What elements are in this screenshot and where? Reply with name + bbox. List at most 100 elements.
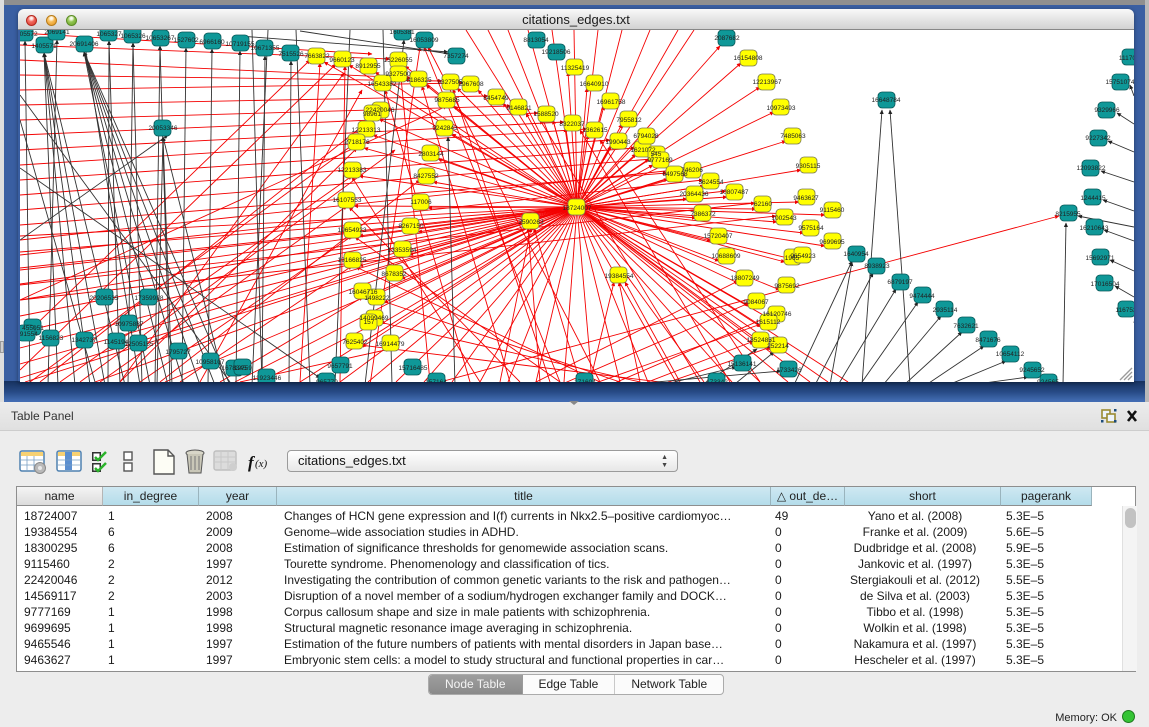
svg-text:6879197: 6879197 xyxy=(887,279,913,286)
svg-text:17359928: 17359928 xyxy=(135,295,164,302)
svg-text:9146821: 9146821 xyxy=(506,105,532,112)
svg-text:16154808: 16154808 xyxy=(734,55,763,62)
svg-text:15720407: 15720407 xyxy=(704,233,733,240)
svg-text:15716485: 15716485 xyxy=(399,365,428,372)
svg-text:8215955: 8215955 xyxy=(1055,211,1081,218)
svg-text:157: 157 xyxy=(364,319,375,326)
svg-text:1527602: 1527602 xyxy=(173,37,199,44)
svg-text:11923446: 11923446 xyxy=(253,375,282,382)
svg-text:10975887: 10975887 xyxy=(115,321,144,328)
svg-text:7955812: 7955812 xyxy=(616,117,642,124)
svg-text:1733426: 1733426 xyxy=(776,367,802,374)
svg-text:1002543: 1002543 xyxy=(771,215,797,222)
svg-text:2590263: 2590263 xyxy=(518,219,544,226)
svg-text:1156823: 1156823 xyxy=(39,335,64,342)
svg-text:16120746: 16120746 xyxy=(763,311,792,318)
svg-text:10654112: 10654112 xyxy=(996,351,1025,358)
svg-text:2718176: 2718176 xyxy=(344,139,370,146)
svg-text:2087682: 2087682 xyxy=(714,35,740,42)
svg-text:1065327: 1065327 xyxy=(96,31,122,38)
svg-text:15751074: 15751074 xyxy=(1106,79,1134,86)
svg-text:9305115: 9305115 xyxy=(796,163,821,170)
svg-text:1405572: 1405572 xyxy=(20,31,38,38)
svg-text:391554: 391554 xyxy=(20,331,38,338)
svg-text:8813054: 8813054 xyxy=(523,37,549,44)
svg-text:16648784: 16648784 xyxy=(872,97,901,104)
svg-text:1605381: 1605381 xyxy=(389,30,415,36)
svg-text:18724007: 18724007 xyxy=(563,205,592,212)
svg-text:9329966: 9329966 xyxy=(1094,107,1120,114)
svg-text:12505155: 12505155 xyxy=(125,341,154,348)
svg-text:2935114: 2935114 xyxy=(933,307,958,314)
svg-text:7357274: 7357274 xyxy=(443,53,469,60)
svg-text:10973493: 10973493 xyxy=(767,105,796,112)
svg-text:20053346: 20053346 xyxy=(149,125,178,132)
svg-text:62160: 62160 xyxy=(754,201,772,208)
svg-text:9245652: 9245652 xyxy=(1019,367,1045,374)
svg-text:1588520: 1588520 xyxy=(533,111,559,118)
svg-text:2069141: 2069141 xyxy=(44,30,70,36)
svg-text:9699695: 9699695 xyxy=(819,239,845,246)
svg-text:1342737: 1342737 xyxy=(71,337,97,344)
svg-text:116753: 116753 xyxy=(1115,307,1134,314)
svg-text:10653267: 10653267 xyxy=(146,35,175,42)
svg-text:7485063: 7485063 xyxy=(780,133,806,140)
svg-text:10688609: 10688609 xyxy=(712,253,741,260)
svg-text:252214: 252214 xyxy=(767,343,789,350)
svg-text:8471676: 8471676 xyxy=(975,337,1001,344)
svg-text:12093822: 12093822 xyxy=(1077,165,1106,172)
svg-text:12213967: 12213967 xyxy=(753,79,782,86)
svg-text:9660123: 9660123 xyxy=(329,57,355,64)
svg-text:2803144: 2803144 xyxy=(418,151,444,158)
svg-text:2967608: 2967608 xyxy=(458,81,484,88)
svg-text:98961: 98961 xyxy=(363,111,381,118)
svg-text:(x): (x) xyxy=(255,458,268,470)
svg-text:8454749: 8454749 xyxy=(483,95,509,102)
svg-text:3624554: 3624554 xyxy=(698,179,724,186)
svg-text:7663822: 7663822 xyxy=(304,53,330,60)
svg-text:20206535: 20206535 xyxy=(90,295,119,302)
svg-text:15226055: 15226055 xyxy=(384,57,413,64)
svg-text:19384554: 19384554 xyxy=(605,273,634,280)
svg-text:7515526: 7515526 xyxy=(278,51,304,58)
svg-text:1990443: 1990443 xyxy=(605,139,631,146)
svg-text:1640954: 1640954 xyxy=(843,251,869,258)
svg-text:16961758: 16961758 xyxy=(597,99,626,106)
svg-text:173342: 173342 xyxy=(706,379,728,382)
svg-text:15692971: 15692971 xyxy=(1086,255,1115,262)
svg-text:12213313: 12213313 xyxy=(352,127,381,134)
svg-text:6966160: 6966160 xyxy=(199,39,225,46)
svg-text:1795727: 1795727 xyxy=(165,349,191,356)
svg-text:1405571: 1405571 xyxy=(31,43,57,50)
svg-text:10807487: 10807487 xyxy=(720,189,749,196)
svg-text:12759: 12759 xyxy=(234,365,252,372)
svg-text:15136141: 15136141 xyxy=(728,361,757,368)
svg-text:16053809: 16053809 xyxy=(410,37,439,44)
svg-text:7632621: 7632621 xyxy=(953,323,979,330)
svg-text:157164: 157164 xyxy=(425,379,447,382)
svg-text:7625402: 7625402 xyxy=(342,339,368,346)
svg-text:9227342: 9227342 xyxy=(1085,135,1111,142)
svg-text:8267150: 8267150 xyxy=(398,223,424,230)
svg-text:9242843: 9242843 xyxy=(432,125,458,132)
svg-text:16543382: 16543382 xyxy=(368,81,397,88)
svg-text:13353594: 13353594 xyxy=(388,247,417,254)
svg-text:16107553: 16107553 xyxy=(333,197,362,204)
svg-text:9777169: 9777169 xyxy=(647,157,673,164)
svg-text:9875685: 9875685 xyxy=(434,97,460,104)
svg-text:9575164: 9575164 xyxy=(798,225,824,232)
svg-text:16914479: 16914479 xyxy=(376,341,405,348)
svg-text:9115460: 9115460 xyxy=(820,207,845,214)
svg-text:17016504: 17016504 xyxy=(1091,281,1120,288)
svg-text:8938923: 8938923 xyxy=(864,263,890,270)
svg-text:19166825: 19166825 xyxy=(338,257,367,264)
svg-text:9084067: 9084067 xyxy=(743,299,769,306)
svg-text:965779: 965779 xyxy=(316,379,338,382)
svg-text:6794028: 6794028 xyxy=(633,133,659,140)
svg-text:924565: 924565 xyxy=(1037,379,1059,382)
svg-text:9657791: 9657791 xyxy=(327,363,353,370)
svg-text:11325419: 11325419 xyxy=(561,65,590,72)
svg-text:19218506: 19218506 xyxy=(542,49,571,56)
svg-text:9463627: 9463627 xyxy=(793,195,819,202)
svg-text:20364436: 20364436 xyxy=(680,191,709,198)
